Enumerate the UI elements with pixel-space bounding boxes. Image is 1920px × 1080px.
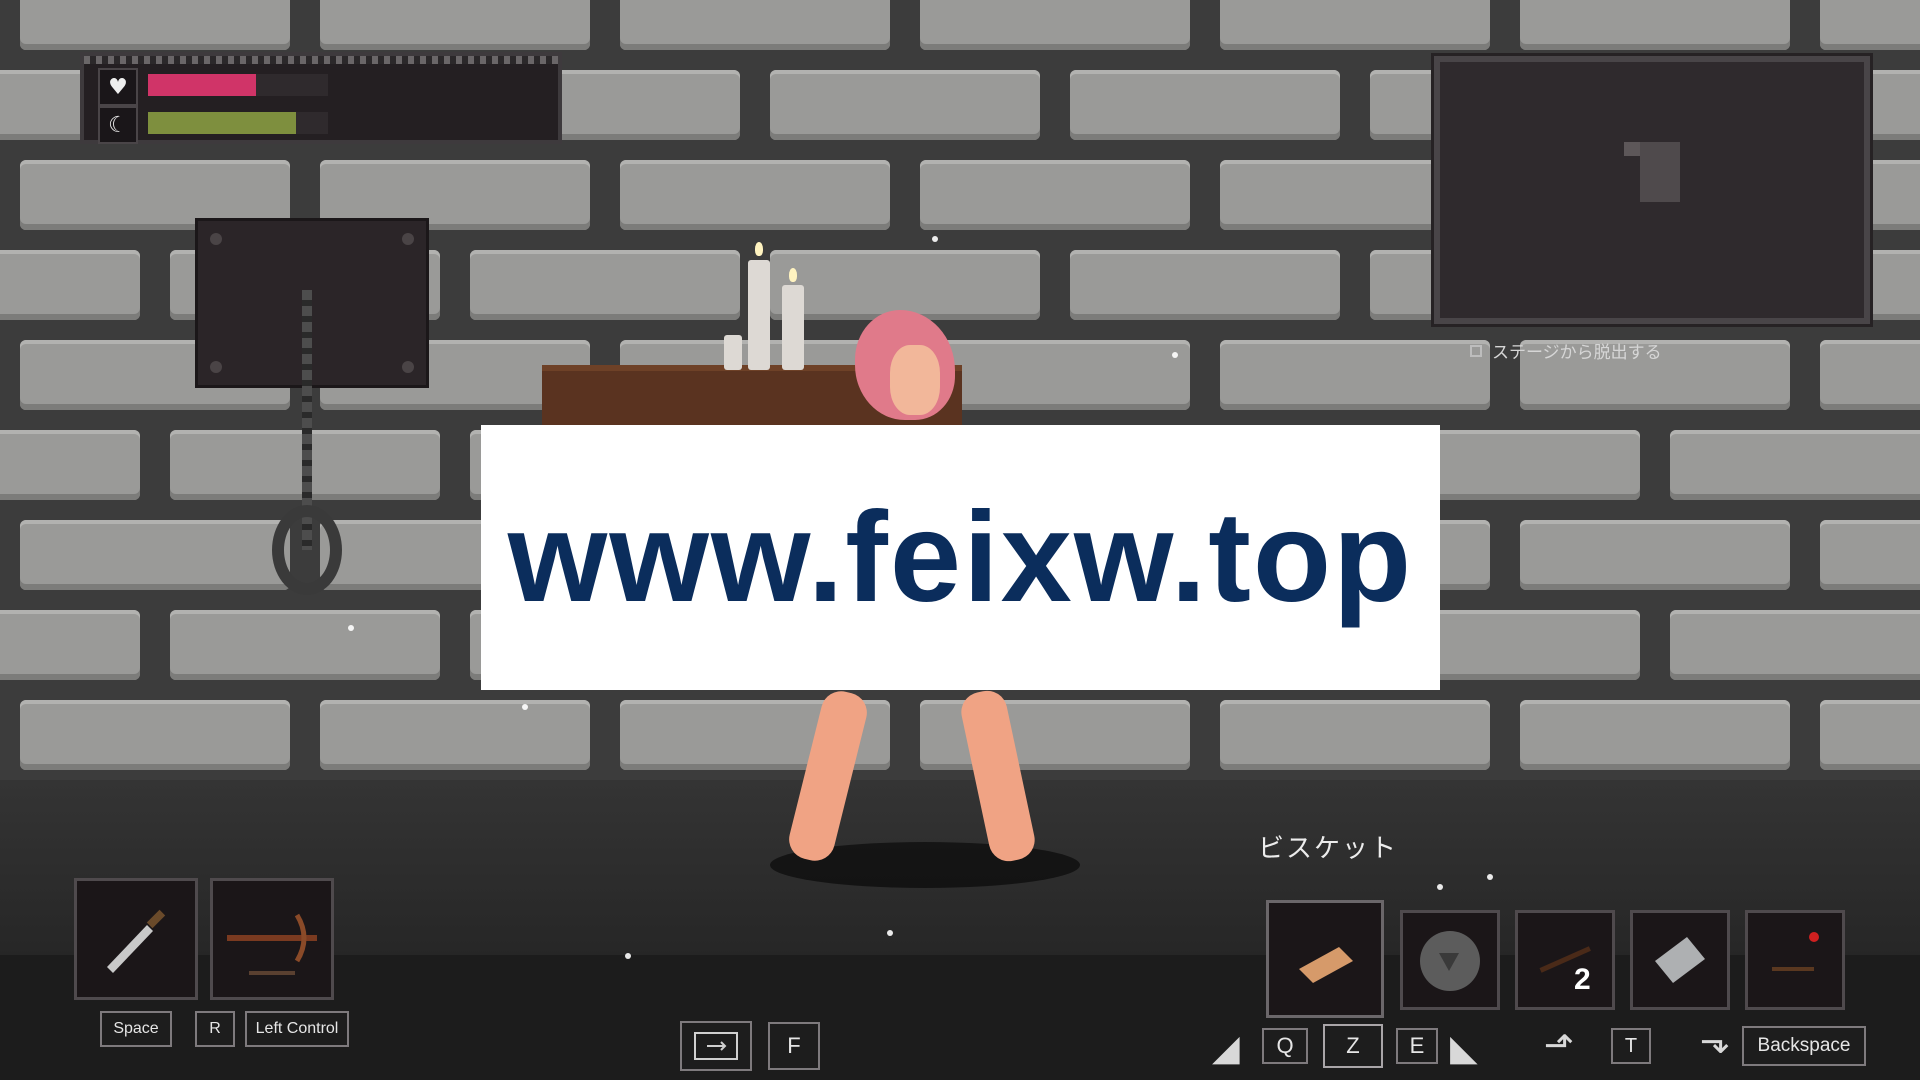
map-icon	[694, 1032, 738, 1060]
space-key[interactable]: Space	[100, 1011, 172, 1047]
wall-brick	[320, 700, 590, 770]
drop-arrow-icon: ⬎	[1700, 1021, 1731, 1062]
item-slot-gauze[interactable]	[1630, 910, 1730, 1010]
particle	[932, 236, 938, 242]
health-bar	[148, 74, 328, 96]
throw-key[interactable]: T	[1611, 1028, 1651, 1064]
wall-brick	[920, 160, 1190, 230]
item-slot-stick[interactable]: 2	[1515, 910, 1615, 1010]
wall-brick	[1520, 520, 1790, 590]
escape-key-icon	[1470, 344, 1482, 357]
biscuit-icon	[1299, 947, 1353, 983]
prev-item-arrow-icon: ◢	[1212, 1028, 1240, 1069]
stamina-bar-fill	[148, 112, 296, 134]
dagger-icon	[107, 909, 166, 973]
wall-brick	[1520, 0, 1790, 50]
wall-brick	[1520, 700, 1790, 770]
drop-key[interactable]: Backspace	[1742, 1026, 1866, 1066]
candle	[782, 285, 804, 370]
wall-brick	[1820, 340, 1920, 410]
wall-brick	[620, 160, 890, 230]
wall-brick	[920, 0, 1190, 50]
use-item-key[interactable]: Z	[1323, 1024, 1383, 1068]
bolt	[210, 233, 222, 245]
particle	[1172, 352, 1178, 358]
escape-prompt[interactable]: ステージから脱出する	[1470, 338, 1662, 363]
particle	[625, 953, 631, 959]
status-panel: ♥ ☾	[80, 52, 562, 144]
candle-flame	[755, 242, 763, 256]
candle-flame	[789, 268, 797, 282]
item-slot-biscuit[interactable]	[1266, 900, 1384, 1018]
rock-icon	[1420, 931, 1480, 991]
interact-key[interactable]: F	[768, 1022, 820, 1070]
wall-brick	[20, 520, 290, 590]
wall-brick	[0, 430, 140, 500]
heart-icon: ♥	[98, 68, 138, 106]
bolt	[402, 233, 414, 245]
item-slot-rock[interactable]	[1400, 910, 1500, 1010]
particle	[1487, 874, 1493, 880]
particle	[348, 625, 354, 631]
particle	[887, 930, 893, 936]
wall-brick	[20, 0, 290, 50]
left-control-key[interactable]: Left Control	[245, 1011, 349, 1047]
particle	[1437, 884, 1443, 890]
prev-item-key[interactable]: Q	[1262, 1028, 1308, 1064]
weapon-slot-dagger[interactable]	[74, 878, 198, 1000]
weapon-slot-crossbow[interactable]	[210, 878, 334, 1000]
bolt	[210, 361, 222, 373]
gauze-icon	[1655, 937, 1705, 983]
stick-icon	[1539, 946, 1591, 973]
selected-item-name: ビスケット	[1258, 834, 1399, 864]
moon-icon: ☾	[98, 106, 138, 144]
wall-brick	[0, 610, 140, 680]
next-item-arrow-icon: ◣	[1450, 1028, 1478, 1069]
wall-brick	[1820, 700, 1920, 770]
next-item-key[interactable]: E	[1396, 1028, 1438, 1064]
particle	[522, 704, 528, 710]
wall-brick	[320, 0, 590, 50]
minimap	[1434, 56, 1870, 324]
trap-icon	[1772, 932, 1819, 971]
wall-brick	[1670, 430, 1920, 500]
escape-label: ステージから脱出する	[1492, 343, 1662, 363]
bolt	[402, 361, 414, 373]
wall-brick	[170, 610, 440, 680]
wall-brick	[1070, 70, 1340, 140]
wall-brick	[620, 0, 890, 50]
candle	[748, 260, 770, 370]
minimap-room	[1640, 142, 1680, 202]
watermark-text: www.feixw.top	[507, 486, 1414, 629]
crossbow-icon	[227, 913, 317, 975]
wall-brick	[1220, 700, 1490, 770]
wall-brick	[0, 250, 140, 320]
watermark-banner: www.feixw.top	[481, 425, 1440, 690]
item-slot-trap[interactable]	[1745, 910, 1845, 1010]
wall-brick	[1070, 250, 1340, 320]
wall-brick	[20, 700, 290, 770]
character-face	[890, 345, 940, 415]
status-ornament	[84, 56, 558, 64]
candle	[724, 335, 742, 370]
wall-brick	[1820, 0, 1920, 50]
r-key[interactable]: R	[195, 1011, 235, 1047]
health-bar-fill	[148, 74, 256, 96]
wall-brick	[1670, 610, 1920, 680]
wall-brick	[470, 250, 740, 320]
throw-arrow-icon: ⬏	[1544, 1025, 1575, 1066]
shackle-plate	[195, 218, 429, 388]
shackle-cuff	[272, 505, 342, 595]
stamina-bar	[148, 112, 328, 134]
map-button[interactable]	[680, 1021, 752, 1071]
wall-brick	[1820, 520, 1920, 590]
wall-brick	[770, 70, 1040, 140]
wall-brick	[1220, 0, 1490, 50]
wall-brick	[1220, 340, 1490, 410]
item-count: 2	[1574, 963, 1591, 996]
